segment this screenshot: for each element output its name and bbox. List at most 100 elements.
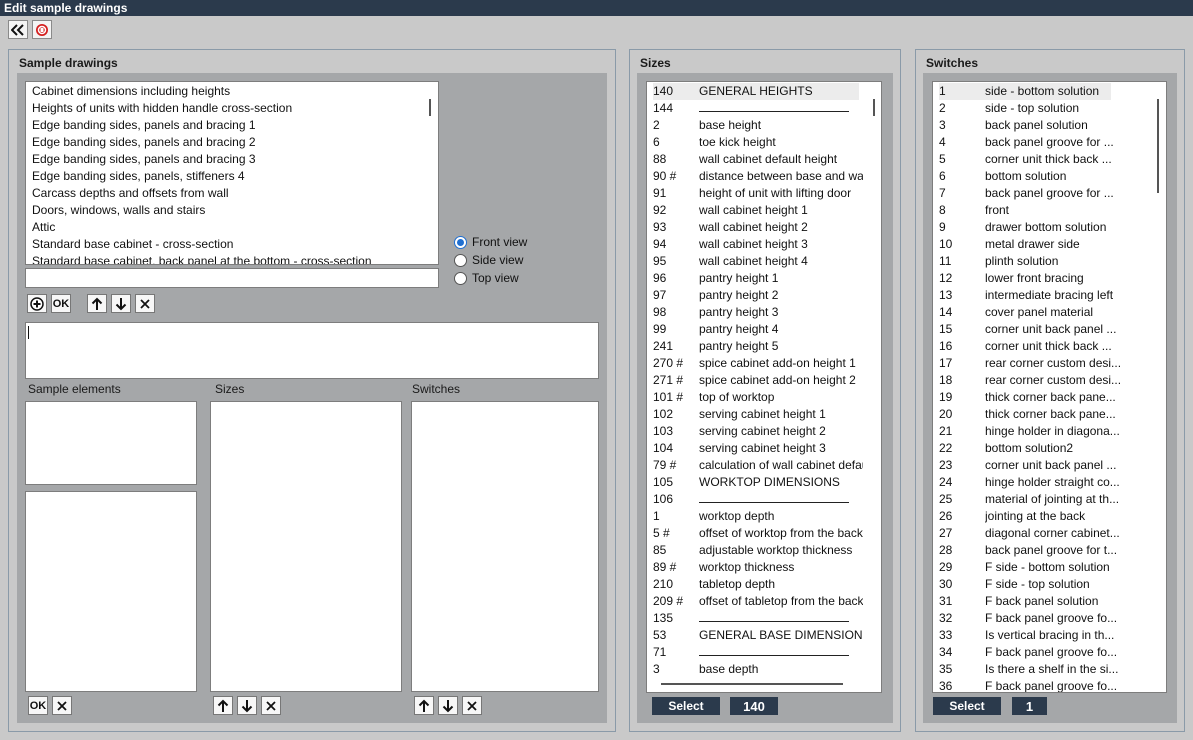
size-row[interactable]: 5 # offset of worktop from the back — [647, 525, 881, 542]
switch-row[interactable]: 21 hinge holder in diagona... — [933, 423, 1166, 440]
elements-ok-button[interactable]: OK — [28, 696, 48, 715]
drawing-list-item[interactable]: Heights of units with hidden handle cros… — [32, 100, 424, 117]
side-view-radio[interactable]: Side view — [454, 253, 523, 267]
size-row[interactable]: 271 # spice cabinet add-on height 2 — [647, 372, 881, 389]
switch-row[interactable]: 26 jointing at the back — [933, 508, 1166, 525]
front-view-radio[interactable]: Front view — [454, 235, 527, 249]
switch-row[interactable]: 4 back panel groove for ... — [933, 134, 1166, 151]
sizes-hscrollbar[interactable] — [661, 683, 843, 685]
switch-row[interactable]: 20 thick corner back pane... — [933, 406, 1166, 423]
size-row[interactable]: 93 wall cabinet height 2 — [647, 219, 881, 236]
switch-row[interactable]: 24 hinge holder straight co... — [933, 474, 1166, 491]
switch-row[interactable]: 7 back panel groove for ... — [933, 185, 1166, 202]
drawing-list-item[interactable]: Standard base cabinet, back panel at the… — [32, 253, 424, 264]
size-row[interactable]: 210 tabletop depth — [647, 576, 881, 593]
switch-row[interactable]: 14 cover panel material — [933, 304, 1166, 321]
sample-drawings-list[interactable]: Cabinet dimensions including heights Heig… — [25, 81, 439, 265]
delete-button[interactable] — [135, 294, 155, 313]
elements-delete-button[interactable] — [52, 696, 72, 715]
switch-row[interactable]: 19 thick corner back pane... — [933, 389, 1166, 406]
size-row[interactable]: 89 # worktop thickness — [647, 559, 881, 576]
switch-row[interactable]: 16 corner unit thick back ... — [933, 338, 1166, 355]
size-row[interactable]: 144 — [647, 100, 881, 117]
switch-row[interactable]: 5 corner unit thick back ... — [933, 151, 1166, 168]
switch-row[interactable]: 29 F side - bottom solution — [933, 559, 1166, 576]
ok-button[interactable]: OK — [51, 294, 71, 313]
size-row[interactable]: 71 — [647, 644, 881, 661]
description-textarea[interactable] — [25, 322, 599, 379]
switch-row[interactable]: 13 intermediate bracing left — [933, 287, 1166, 304]
switches-vscrollbar[interactable] — [1157, 99, 1159, 193]
switches-delete-button[interactable] — [462, 696, 482, 715]
switch-row[interactable]: 11 plinth solution — [933, 253, 1166, 270]
sizes-delete-button[interactable] — [261, 696, 281, 715]
size-row[interactable]: 94 wall cabinet height 3 — [647, 236, 881, 253]
switch-row[interactable]: 35 Is there a shelf in the si... — [933, 661, 1166, 678]
sizes-move-down-button[interactable] — [237, 696, 257, 715]
size-row[interactable]: 91 height of unit with lifting door — [647, 185, 881, 202]
size-row[interactable]: 270 # spice cabinet add-on height 1 — [647, 355, 881, 372]
switch-row[interactable]: 1 side - bottom solution — [933, 83, 1166, 100]
size-row[interactable]: 96 pantry height 1 — [647, 270, 881, 287]
size-row[interactable]: 85 adjustable worktop thickness — [647, 542, 881, 559]
drawing-name-input[interactable] — [25, 268, 439, 288]
size-row[interactable]: 3 base depth — [647, 661, 881, 678]
drawing-list-item[interactable]: Cabinet dimensions including heights — [32, 83, 424, 100]
switches-select-button[interactable]: Select — [933, 697, 1001, 715]
size-row[interactable]: 241 pantry height 5 — [647, 338, 881, 355]
drawing-switches-list[interactable] — [411, 401, 599, 692]
drawing-list-item[interactable]: Doors, windows, walls and stairs — [32, 202, 424, 219]
stop-button[interactable] — [32, 20, 52, 39]
size-row[interactable]: 88 wall cabinet default height — [647, 151, 881, 168]
drawing-list-item[interactable]: Carcass depths and offsets from wall — [32, 185, 424, 202]
size-row[interactable]: 97 pantry height 2 — [647, 287, 881, 304]
size-row[interactable]: 135 — [647, 610, 881, 627]
size-row[interactable]: 99 pantry height 4 — [647, 321, 881, 338]
switch-row[interactable]: 27 diagonal corner cabinet... — [933, 525, 1166, 542]
size-row[interactable]: 101 # top of worktop — [647, 389, 881, 406]
add-button[interactable] — [27, 294, 47, 313]
switch-row[interactable]: 32 F back panel groove fo... — [933, 610, 1166, 627]
switch-row[interactable]: 3 back panel solution — [933, 117, 1166, 134]
size-row[interactable]: 103 serving cabinet height 2 — [647, 423, 881, 440]
size-row[interactable]: 79 # calculation of wall cabinet defaul..… — [647, 457, 881, 474]
size-row[interactable]: 95 wall cabinet height 4 — [647, 253, 881, 270]
drawing-list-item[interactable]: Edge banding sides, panels and bracing 1 — [32, 117, 424, 134]
sizes-move-up-button[interactable] — [213, 696, 233, 715]
drawing-list-item[interactable]: Edge banding sides, panels and bracing 2 — [32, 134, 424, 151]
size-row[interactable]: 106 — [647, 491, 881, 508]
back-button[interactable] — [8, 20, 28, 39]
switch-row[interactable]: 10 metal drawer side — [933, 236, 1166, 253]
switch-row[interactable]: 30 F side - top solution — [933, 576, 1166, 593]
drawings-scrollbar[interactable] — [429, 99, 431, 116]
drawing-list-item[interactable]: Edge banding sides, panels, stiffeners 4 — [32, 168, 424, 185]
switch-row[interactable]: 6 bottom solution — [933, 168, 1166, 185]
switch-row[interactable]: 18 rear corner custom desi... — [933, 372, 1166, 389]
move-up-button[interactable] — [87, 294, 107, 313]
size-row[interactable]: 92 wall cabinet height 1 — [647, 202, 881, 219]
sizes-list[interactable]: 140 GENERAL HEIGHTS 144 2 base height 6 toe ki… — [646, 81, 882, 693]
size-row[interactable]: 104 serving cabinet height 3 — [647, 440, 881, 457]
drawing-list-item[interactable]: Attic — [32, 219, 424, 236]
sizes-vscrollbar[interactable] — [873, 99, 875, 116]
switch-row[interactable]: 25 material of jointing at th... — [933, 491, 1166, 508]
switch-row[interactable]: 2 side - top solution — [933, 100, 1166, 117]
size-row[interactable]: 209 # offset of tabletop from the back — [647, 593, 881, 610]
size-row[interactable]: 98 pantry height 3 — [647, 304, 881, 321]
switch-row[interactable]: 31 F back panel solution — [933, 593, 1166, 610]
switch-row[interactable]: 8 front — [933, 202, 1166, 219]
switch-row[interactable]: 28 back panel groove for t... — [933, 542, 1166, 559]
switch-row[interactable]: 34 F back panel groove fo... — [933, 644, 1166, 661]
size-row[interactable]: 2 base height — [647, 117, 881, 134]
switches-list[interactable]: 1 side - bottom solution 2 side - top solut… — [932, 81, 1167, 693]
switch-row[interactable]: 12 lower front bracing — [933, 270, 1166, 287]
top-view-radio[interactable]: Top view — [454, 271, 519, 285]
switch-row[interactable]: 9 drawer bottom solution — [933, 219, 1166, 236]
sample-elements-list[interactable] — [25, 401, 197, 485]
size-row[interactable]: 105 WORKTOP DIMENSIONS — [647, 474, 881, 491]
size-row[interactable]: 6 toe kick height — [647, 134, 881, 151]
switch-row[interactable]: 17 rear corner custom desi... — [933, 355, 1166, 372]
switches-move-down-button[interactable] — [438, 696, 458, 715]
size-row[interactable]: 1 worktop depth — [647, 508, 881, 525]
switch-row[interactable]: 23 corner unit back panel ... — [933, 457, 1166, 474]
